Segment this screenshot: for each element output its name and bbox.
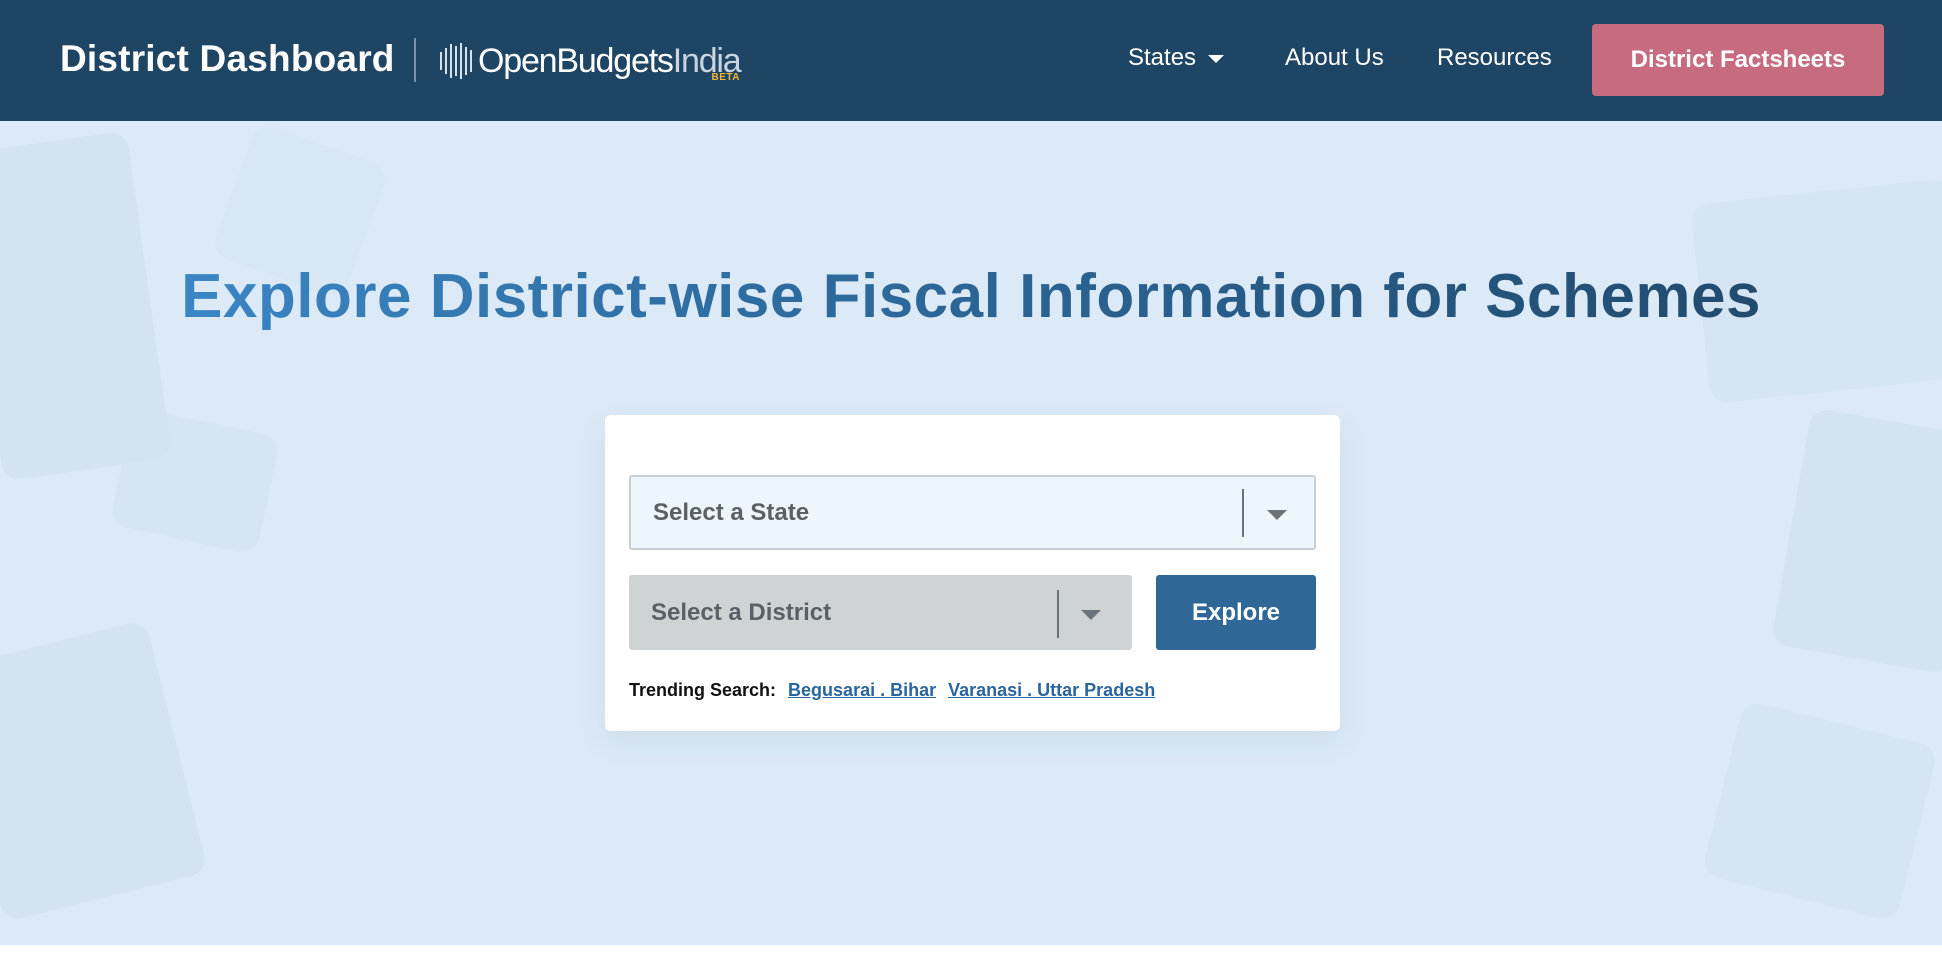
bg-shape xyxy=(0,619,209,923)
logo-wordmark: OpenBudgetsIndia xyxy=(478,41,742,81)
state-select[interactable]: Select a State xyxy=(629,475,1316,550)
district-select[interactable]: Select a District xyxy=(629,575,1132,650)
bg-shape xyxy=(1770,407,1942,675)
open-budgets-india-logo[interactable]: OpenBudgetsIndia BETA xyxy=(440,36,742,86)
state-select-separator xyxy=(1242,489,1244,537)
district-select-chevron-icon[interactable] xyxy=(1081,610,1101,620)
nav-states-dropdown[interactable]: States xyxy=(1128,44,1225,72)
state-select-chevron-icon[interactable] xyxy=(1267,510,1287,520)
bg-shape xyxy=(1701,699,1939,923)
brand-divider xyxy=(414,38,416,82)
page-bottom-strip xyxy=(0,945,1942,958)
hero-section: Explore District-wise Fiscal Information… xyxy=(0,121,1942,945)
explore-button[interactable]: Explore xyxy=(1156,575,1316,650)
logo-open-budgets: OpenBudgets xyxy=(478,41,674,80)
nav-about-us[interactable]: About Us xyxy=(1285,44,1384,72)
trending-link-varanasi[interactable]: Varanasi . Uttar Pradesh xyxy=(948,680,1155,701)
states-dropdown-caret-icon xyxy=(1208,55,1225,63)
trending-label: Trending Search: xyxy=(629,680,777,700)
nav-resources[interactable]: Resources xyxy=(1437,44,1552,72)
hero-title: Explore District-wise Fiscal Information… xyxy=(0,261,1942,332)
state-select-placeholder: Select a State xyxy=(653,498,810,526)
nav-states-label: States xyxy=(1128,44,1197,71)
beta-badge: BETA xyxy=(711,72,740,83)
dashboard-title[interactable]: District Dashboard xyxy=(60,38,395,80)
district-select-placeholder: Select a District xyxy=(651,598,832,626)
trending-search: Trending Search: Begusarai . Bihar Varan… xyxy=(629,680,1155,701)
obi-bars-logo-icon xyxy=(440,42,472,80)
bg-shape xyxy=(109,406,281,556)
district-select-separator xyxy=(1057,590,1059,638)
trending-link-begusarai[interactable]: Begusarai . Bihar xyxy=(788,680,936,701)
search-card: Select a State Select a District Explore… xyxy=(605,415,1340,731)
district-factsheets-button[interactable]: District Factsheets xyxy=(1592,24,1884,96)
site-header: District Dashboard OpenBudgetsIndia BETA… xyxy=(0,0,1942,121)
